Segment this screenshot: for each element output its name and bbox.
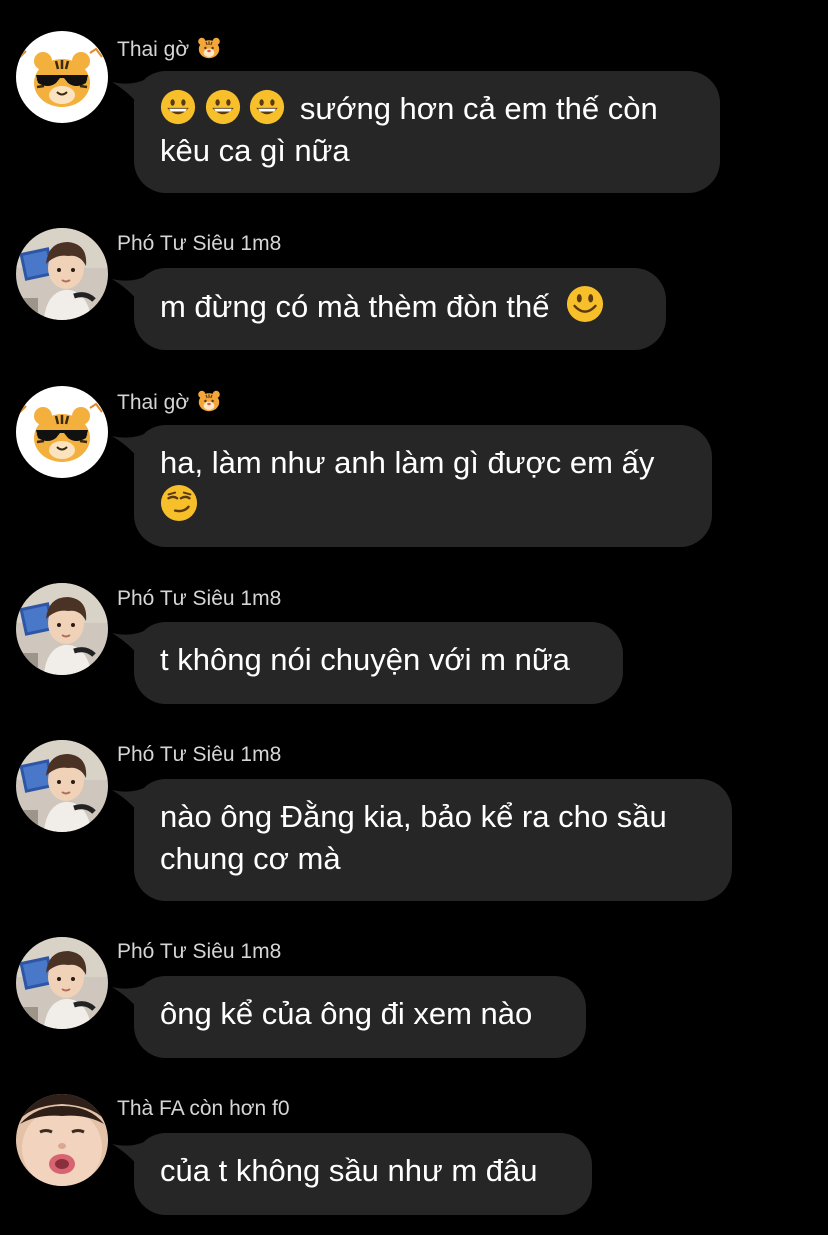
boy-photo-avatar[interactable] xyxy=(16,228,108,320)
boy-photo-avatar-image xyxy=(16,583,108,675)
sender-name-text: Thai gờ xyxy=(117,391,190,414)
sender-name-text: Thai gờ xyxy=(117,38,190,61)
tiger-face-icon xyxy=(197,389,221,413)
smirking-face-icon xyxy=(160,484,198,522)
message-text: sướng hơn cả em thế còn xyxy=(299,91,658,126)
message-bubble[interactable]: t không nói chuyện với m nữa xyxy=(134,622,623,704)
chat-thread: Thai gờ sướng hơn cả em thế còn kêu ca g… xyxy=(0,0,828,1235)
sender-name: Thai gờ xyxy=(117,36,221,62)
kissing-face-photo-avatar[interactable] xyxy=(16,1094,108,1186)
boy-photo-avatar-image xyxy=(16,228,108,320)
boy-photo-avatar[interactable] xyxy=(16,937,108,1029)
sender-name: Thà FA còn hơn f0 xyxy=(117,1097,290,1120)
sender-name: Phó Tư Siêu 1m8 xyxy=(117,587,282,610)
message-text: kêu ca gì nữa xyxy=(160,133,350,168)
message-bubble[interactable]: sướng hơn cả em thế còn kêu ca gì nữa xyxy=(134,71,720,193)
message-bubble[interactable]: ha, làm như anh làm gì được em ấy xyxy=(134,425,712,547)
message-text: ha, làm như anh làm gì được em ấy xyxy=(160,445,655,480)
grinning-face-icon xyxy=(205,89,241,125)
message-bubble[interactable]: ông kể của ông đi xem nào xyxy=(134,976,586,1058)
smiley-face-icon xyxy=(566,285,604,323)
boy-photo-avatar[interactable] xyxy=(16,740,108,832)
tiger-sunglasses-avatar-image xyxy=(16,31,108,123)
sender-name: Thai gờ xyxy=(117,389,221,415)
boy-photo-avatar-image xyxy=(16,937,108,1029)
grinning-face-icon xyxy=(160,89,196,125)
tiger-sunglasses-avatar-image xyxy=(16,386,108,478)
tiger-sunglasses-avatar[interactable] xyxy=(16,31,108,123)
message-text: ông kể của ông đi xem nào xyxy=(160,996,533,1031)
message-text: chung cơ mà xyxy=(160,841,341,876)
message-text: nào ông Đằng kia, bảo kể ra cho sầu xyxy=(160,799,667,834)
sender-name: Phó Tư Siêu 1m8 xyxy=(117,232,282,255)
kissing-face-photo-avatar-image xyxy=(16,1094,108,1186)
boy-photo-avatar[interactable] xyxy=(16,583,108,675)
sender-name: Phó Tư Siêu 1m8 xyxy=(117,743,282,766)
message-bubble[interactable]: của t không sầu như m đâu xyxy=(134,1133,592,1215)
message-bubble[interactable]: nào ông Đằng kia, bảo kể ra cho sầu chun… xyxy=(134,779,732,901)
message-line: sướng hơn cả em thế còn xyxy=(160,88,694,130)
message-text: t không nói chuyện với m nữa xyxy=(160,642,570,677)
tiger-face-icon xyxy=(197,36,221,60)
message-bubble[interactable]: m đừng có mà thèm đòn thế xyxy=(134,268,666,350)
grinning-face-icon xyxy=(249,89,285,125)
boy-photo-avatar-image xyxy=(16,740,108,832)
message-text: của t không sầu như m đâu xyxy=(160,1153,538,1188)
message-line xyxy=(160,484,686,527)
sender-name: Phó Tư Siêu 1m8 xyxy=(117,940,282,963)
tiger-sunglasses-avatar[interactable] xyxy=(16,386,108,478)
message-text: m đừng có mà thèm đòn thế xyxy=(160,289,550,324)
